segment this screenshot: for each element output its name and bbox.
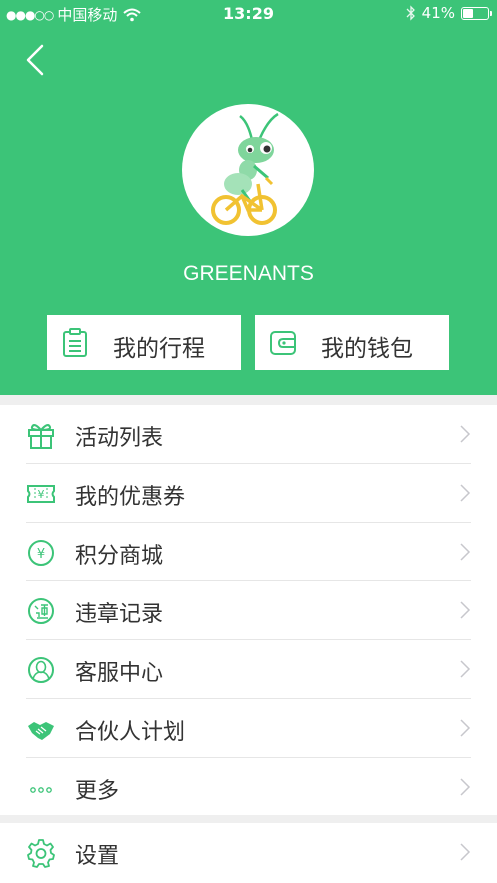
menu-item-activities[interactable]: 活动列表	[0, 405, 497, 464]
status-bar: ●●●○○ 中国移动 13:29 41%	[0, 0, 497, 28]
my-wallet-label: 我的钱包	[321, 336, 413, 362]
profile-header: ●●●○○ 中国移动 13:29 41% GREENANTS 我的行程 我的钱包	[0, 0, 497, 395]
yuan-icon: ¥	[28, 539, 54, 566]
chevron-right-icon	[460, 543, 471, 561]
battery-icon	[461, 6, 492, 20]
chevron-right-icon	[460, 484, 471, 502]
my-wallet-button[interactable]: 我的钱包	[255, 315, 449, 370]
clipboard-icon	[63, 328, 87, 357]
support-icon	[28, 657, 54, 684]
battery-percent: 41%	[421, 4, 455, 22]
gift-icon	[28, 424, 54, 449]
menu-item-settings[interactable]: 设置	[0, 823, 497, 882]
svg-text:¥: ¥	[37, 547, 45, 562]
back-button[interactable]	[20, 42, 50, 78]
menu-item-customer-service[interactable]: 客服中心	[0, 640, 497, 699]
username: GREENANTS	[183, 262, 314, 285]
chevron-right-icon	[460, 778, 471, 796]
menu-item-label: 合伙人计划	[75, 719, 186, 745]
menu-item-label: 违章记录	[75, 602, 164, 628]
menu-item-coupons[interactable]: ¥ 我的优惠券	[0, 464, 497, 523]
menu-item-label: 客服中心	[75, 661, 164, 687]
menu-item-violations[interactable]: 违章记录	[0, 581, 497, 641]
svg-text:¥: ¥	[38, 488, 45, 501]
chevron-right-icon	[460, 425, 471, 443]
chevron-right-icon	[460, 719, 471, 737]
coupon-icon: ¥	[27, 484, 55, 503]
menu-item-label: 更多	[75, 778, 120, 804]
menu-item-label: 我的优惠券	[75, 484, 186, 510]
menu-list: 活动列表 ¥ 我的优惠券 ¥ 积分商城 违章记录 客服中心 合伙人计划 更多	[0, 405, 497, 815]
my-trips-label: 我的行程	[113, 336, 205, 362]
menu-item-more[interactable]: 更多	[0, 758, 497, 817]
gear-icon	[27, 839, 55, 868]
menu-item-label: 设置	[75, 844, 120, 869]
settings-group: 设置	[0, 823, 497, 883]
battery-level	[463, 8, 473, 18]
chevron-right-icon	[460, 660, 471, 678]
chevron-right-icon	[460, 843, 471, 861]
menu-item-partner-program[interactable]: 合伙人计划	[0, 699, 497, 758]
more-icon	[30, 786, 52, 793]
menu-item-label: 活动列表	[75, 426, 164, 451]
avatar[interactable]	[182, 104, 314, 236]
chevron-right-icon	[460, 601, 471, 619]
menu-item-label: 积分商城	[75, 543, 164, 569]
violation-icon	[28, 598, 54, 625]
menu-item-points-mall[interactable]: ¥ 积分商城	[0, 523, 497, 582]
my-trips-button[interactable]: 我的行程	[47, 315, 241, 370]
wallet-icon	[270, 331, 296, 355]
bluetooth-icon	[406, 5, 415, 21]
ant-cyclist-logo	[211, 112, 279, 225]
handshake-icon	[28, 721, 54, 740]
